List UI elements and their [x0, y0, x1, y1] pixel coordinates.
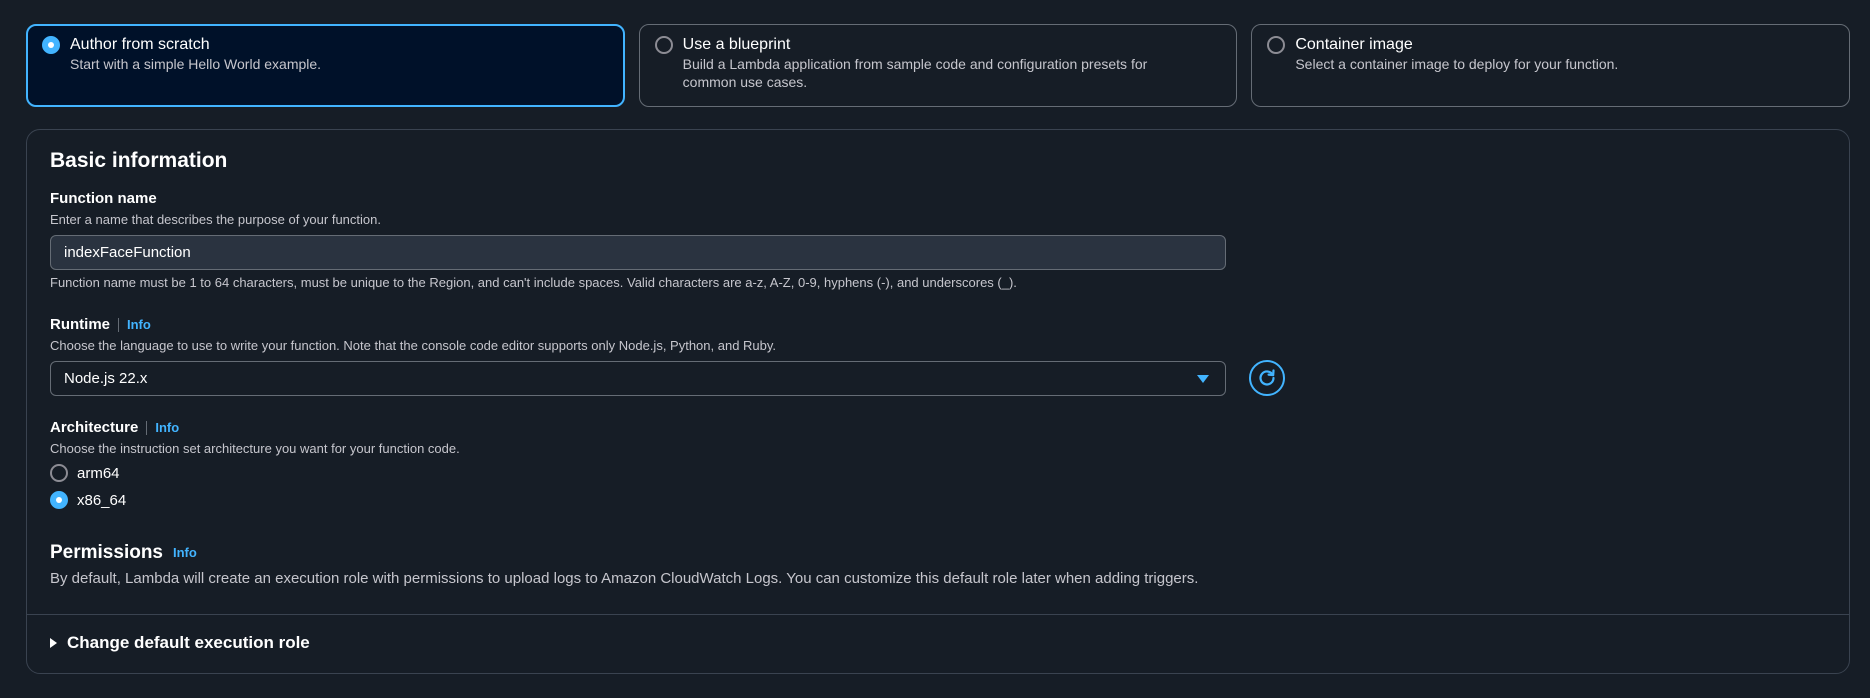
- architecture-option-label: arm64: [77, 464, 120, 482]
- refresh-runtime-button[interactable]: [1249, 360, 1285, 396]
- runtime-label: Runtime Info: [50, 316, 151, 333]
- divider: [27, 614, 1849, 615]
- runtime-info-link[interactable]: Info: [118, 317, 151, 332]
- creation-options: Author from scratch Start with a simple …: [26, 24, 1851, 107]
- option-description: Build a Lambda application from sample c…: [682, 56, 1148, 90]
- function-name-label: Function name: [50, 190, 157, 207]
- architecture-option-x86-64[interactable]: x86_64: [50, 491, 126, 509]
- runtime-select[interactable]: Node.js 22.x: [50, 361, 1226, 396]
- change-default-execution-role-expander[interactable]: Change default execution role: [50, 633, 310, 653]
- function-name-label-text: Function name: [50, 190, 157, 207]
- option-text: Author from scratch Start with a simple …: [70, 35, 321, 73]
- architecture-option-label: x86_64: [77, 491, 127, 509]
- option-text: Container image Select a container image…: [1295, 35, 1618, 73]
- radio-selected-icon[interactable]: [42, 36, 60, 54]
- option-description: Select a container image to deploy for y…: [1295, 56, 1619, 72]
- option-text: Use a blueprint Build a Lambda applicati…: [683, 35, 1203, 91]
- basic-information-panel: Basic information Function name Enter a …: [26, 129, 1850, 674]
- function-name-description: Enter a name that describes the purpose …: [50, 212, 381, 227]
- architecture-label: Architecture Info: [50, 419, 179, 436]
- radio-selected-icon[interactable]: [50, 491, 68, 509]
- option-container-image[interactable]: Container image Select a container image…: [1251, 24, 1851, 107]
- architecture-label-text: Architecture: [50, 419, 139, 436]
- caret-down-icon: [1197, 374, 1209, 383]
- option-description: Start with a simple Hello World example.: [70, 56, 322, 72]
- caret-right-icon: [50, 638, 57, 648]
- refresh-icon: [1259, 369, 1275, 386]
- runtime-description: Choose the language to use to write your…: [50, 338, 777, 353]
- option-title: Use a blueprint: [682, 36, 791, 53]
- permissions-description: By default, Lambda will create an execut…: [50, 570, 1199, 587]
- panel-title: Basic information: [50, 149, 228, 172]
- radio-unselected-icon[interactable]: [654, 36, 673, 54]
- architecture-option-arm64[interactable]: arm64: [50, 464, 120, 482]
- option-title: Container image: [1295, 36, 1413, 53]
- option-use-blueprint[interactable]: Use a blueprint Build a Lambda applicati…: [638, 24, 1238, 107]
- permissions-title: Permissions Info: [50, 542, 197, 564]
- permissions-title-text: Permissions: [50, 542, 163, 563]
- architecture-description: Choose the instruction set architecture …: [50, 441, 460, 456]
- function-name-input[interactable]: [50, 235, 1226, 270]
- option-title: Author from scratch: [70, 36, 210, 53]
- lambda-create-function-page: Author from scratch Start with a simple …: [0, 0, 1870, 698]
- option-author-from-scratch[interactable]: Author from scratch Start with a simple …: [26, 24, 625, 107]
- expander-label: Change default execution role: [67, 633, 310, 652]
- radio-unselected-icon[interactable]: [50, 464, 68, 482]
- architecture-info-link[interactable]: Info: [146, 420, 179, 435]
- function-name-constraint: Function name must be 1 to 64 characters…: [50, 275, 1017, 290]
- permissions-info-link[interactable]: Info: [173, 546, 197, 560]
- radio-unselected-icon[interactable]: [1267, 36, 1286, 54]
- runtime-label-text: Runtime: [50, 316, 110, 333]
- runtime-selected-value: Node.js 22.x: [64, 370, 148, 387]
